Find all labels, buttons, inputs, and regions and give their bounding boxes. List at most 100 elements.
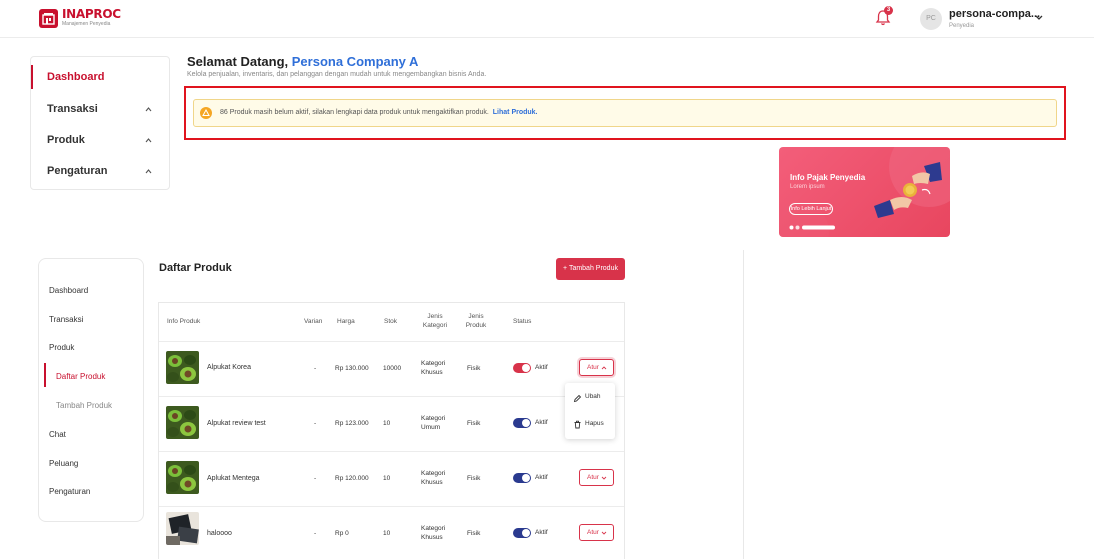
product-name[interactable]: haloooo: [207, 529, 232, 538]
product-thumbnail[interactable]: [166, 406, 199, 439]
status-toggle[interactable]: [513, 528, 531, 538]
status-toggle[interactable]: [513, 473, 531, 483]
column-header-status: Status: [513, 318, 532, 325]
avatar[interactable]: PC: [920, 8, 942, 30]
edit-menu-item[interactable]: Ubah: [585, 393, 601, 400]
product-price: Rp 130.000: [335, 365, 369, 372]
user-role: Penyedia: [949, 23, 975, 29]
product-type: Fisik: [467, 420, 481, 427]
chevron-up-icon: [145, 169, 152, 174]
sidebar2-item-tambah-produk[interactable]: Tambah Produk: [56, 401, 112, 410]
chevron-down-icon: [601, 531, 607, 535]
delete-menu-item[interactable]: Hapus: [585, 420, 604, 427]
category-line: Kategori: [421, 470, 446, 477]
welcome-subtitle: Kelola penjualan, inventaris, dan pelang…: [187, 71, 487, 78]
hand-money-illustration: [872, 160, 944, 220]
sidebar-bottom: [38, 258, 144, 522]
category-line: Kategori: [421, 525, 446, 532]
add-product-button[interactable]: + Tambah Produk: [556, 258, 625, 280]
atur-dropdown-button[interactable]: Atur: [579, 524, 614, 541]
status-label: Aktif: [535, 419, 548, 426]
warning-icon: [200, 107, 212, 119]
product-type: Fisik: [467, 530, 481, 537]
product-category: Kategori Khusus: [421, 524, 445, 542]
logo-title[interactable]: INAPROC: [62, 7, 121, 21]
column-header-jenis-kategori: Jenis Kategori: [421, 312, 449, 330]
sidebar-item-dashboard[interactable]: Dashboard: [31, 65, 169, 89]
sidebar-item-label: Dashboard: [47, 71, 105, 83]
category-line: Khusus: [421, 534, 443, 541]
header-line: Kategori: [422, 322, 448, 329]
status-label: Aktif: [535, 529, 548, 536]
notice-message: 86 Produk masih belum aktif, silakan len…: [220, 109, 489, 116]
inaproc-logo-icon[interactable]: [39, 9, 58, 28]
sidebar2-item-produk[interactable]: Produk: [49, 343, 74, 352]
product-name[interactable]: Alpukat Korea: [207, 363, 251, 372]
sidebar-item-label: Pengaturan: [47, 165, 108, 177]
product-thumbnail[interactable]: [166, 512, 199, 545]
view-products-link[interactable]: Lihat Produk.: [493, 109, 538, 116]
sidebar2-item-pengaturan[interactable]: Pengaturan: [49, 487, 90, 496]
chevron-up-icon: [145, 138, 152, 143]
product-name[interactable]: Aplukat Mentega: [207, 474, 260, 483]
atur-label: Atur: [587, 529, 599, 536]
product-stock: 10: [383, 475, 391, 482]
product-stock: 10000: [383, 365, 402, 372]
product-type: Fisik: [467, 365, 481, 372]
product-varian: -: [314, 530, 317, 537]
atur-dropdown-menu: [565, 383, 615, 439]
vertical-divider: [743, 250, 744, 559]
product-category: Kategori Khusus: [421, 469, 445, 487]
status-label: Aktif: [535, 474, 548, 481]
product-stock: 10: [383, 420, 391, 427]
header-line: Jenis: [427, 313, 443, 320]
sidebar-item-produk[interactable]: Produk: [31, 128, 169, 152]
row-divider: [159, 396, 624, 397]
product-varian: -: [314, 475, 317, 482]
welcome-greeting: Selamat Datang,: [187, 54, 292, 69]
status-toggle[interactable]: [513, 363, 531, 373]
sidebar2-item-dashboard[interactable]: Dashboard: [49, 286, 88, 295]
chevron-up-icon: [145, 107, 152, 112]
carousel-dots[interactable]: [789, 222, 839, 230]
status-toggle[interactable]: [513, 418, 531, 428]
trash-icon[interactable]: [573, 420, 582, 429]
product-price: Rp 123.000: [335, 420, 369, 427]
product-category: Kategori Khusus: [421, 359, 445, 377]
banner-title: Info Pajak Penyedia: [790, 173, 866, 182]
user-name[interactable]: persona-compa...: [949, 8, 1040, 20]
atur-dropdown-button[interactable]: Atur: [579, 359, 614, 376]
column-header-stok: Stok: [384, 318, 398, 325]
chevron-down-icon: [601, 476, 607, 480]
banner-more-info-button[interactable]: Info Lebih Lanjut: [789, 203, 833, 215]
product-thumbnail[interactable]: [166, 351, 199, 384]
product-price: Rp 0: [335, 530, 349, 537]
atur-label: Atur: [587, 364, 599, 371]
product-stock: 10: [383, 530, 391, 537]
active-indicator: [44, 363, 46, 387]
sidebar2-item-transaksi[interactable]: Transaksi: [49, 315, 83, 324]
product-thumbnail[interactable]: [166, 461, 199, 494]
company-name: Persona Company A: [291, 54, 419, 69]
header-line: Jenis: [468, 313, 484, 320]
column-header-info: Info Produk: [167, 318, 201, 325]
sidebar-item-pengaturan[interactable]: Pengaturan: [31, 159, 169, 183]
logo-subtitle: Manajemen Penyedia: [62, 21, 111, 27]
product-name[interactable]: Alpukat review test: [207, 419, 266, 428]
row-divider: [159, 451, 624, 452]
product-category: Kategori Umum: [421, 414, 445, 432]
sidebar-item-label: Transaksi: [47, 103, 98, 115]
sidebar-item-transaksi[interactable]: Transaksi: [31, 97, 169, 121]
header-line: Produk: [465, 322, 487, 329]
notice-text: 86 Produk masih belum aktif, silakan len…: [220, 109, 538, 116]
atur-dropdown-button[interactable]: Atur: [579, 469, 614, 486]
sidebar2-item-peluang[interactable]: Peluang: [49, 459, 78, 468]
product-price: Rp 120.000: [335, 475, 369, 482]
column-header-harga: Harga: [337, 318, 355, 325]
status-label: Aktif: [535, 364, 548, 371]
pencil-icon[interactable]: [573, 394, 582, 403]
sidebar2-item-daftar-produk[interactable]: Daftar Produk: [56, 372, 105, 381]
sidebar2-item-chat[interactable]: Chat: [49, 430, 66, 439]
chevron-down-icon[interactable]: [1034, 12, 1044, 22]
category-line: Khusus: [421, 369, 443, 376]
